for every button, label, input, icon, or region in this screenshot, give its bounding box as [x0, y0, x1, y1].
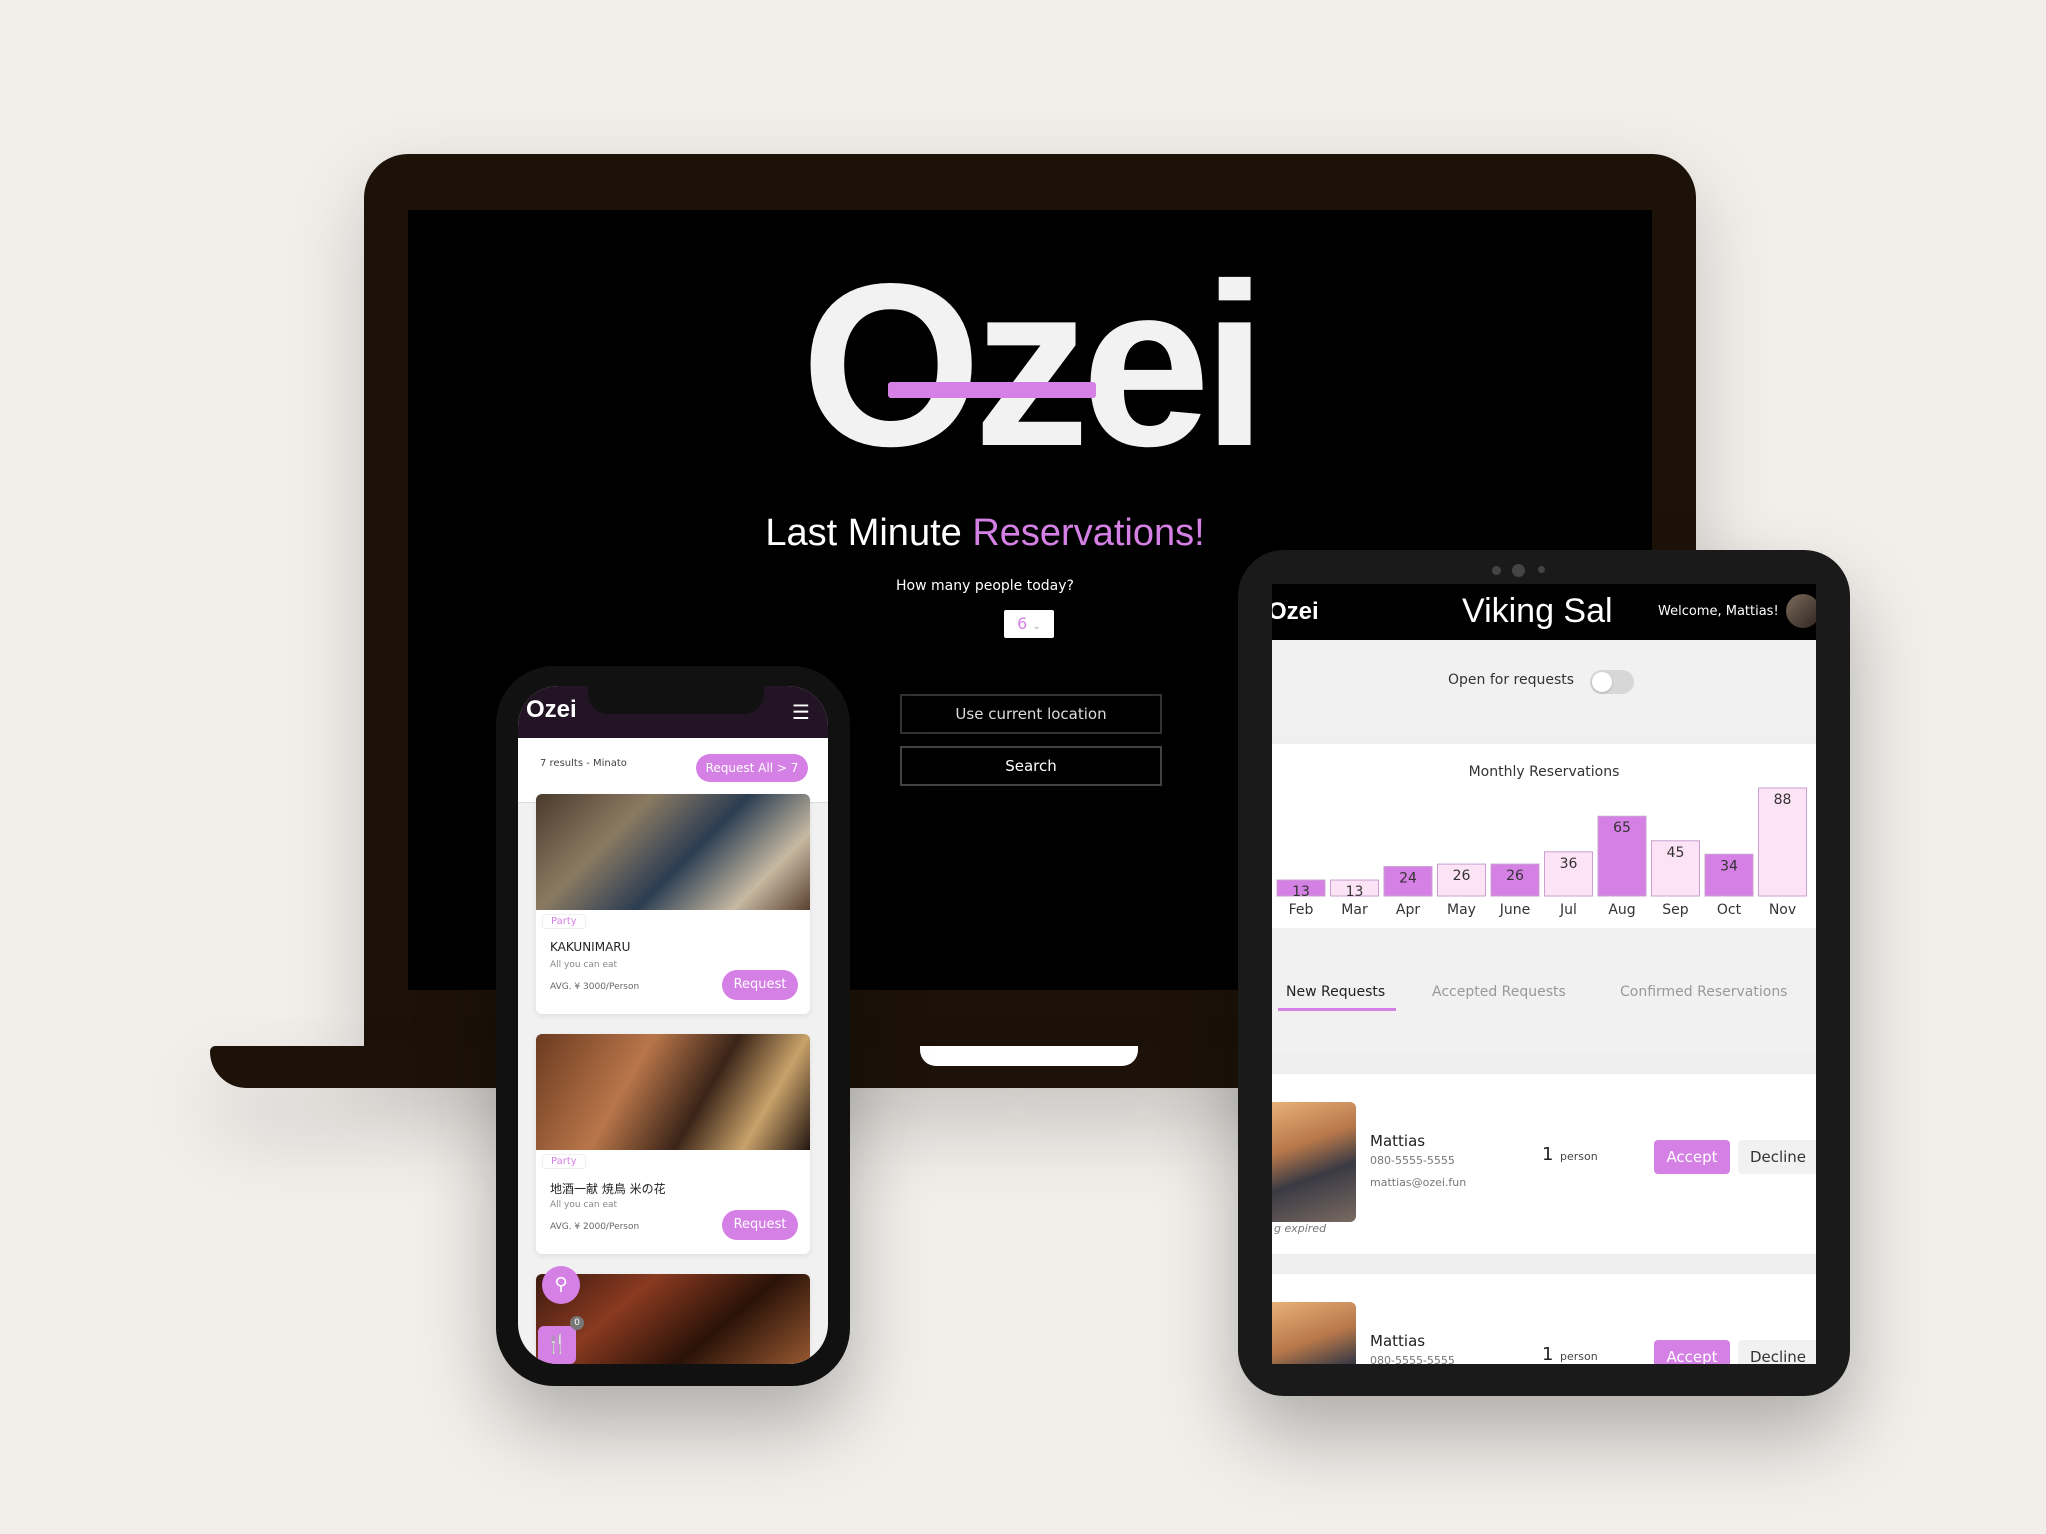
requester-email: mattias@ozei.fun: [1370, 1176, 1467, 1189]
tab-new-requests[interactable]: New Requests: [1286, 984, 1385, 1000]
phone-header: Ozei ☰: [518, 686, 828, 744]
open-requests-label: Open for requests: [1448, 672, 1575, 688]
party-size: 1: [1542, 1344, 1554, 1364]
requester-name: Mattias: [1370, 1332, 1426, 1350]
requester-phone: 080-5555-5555: [1370, 1154, 1455, 1167]
request-tabs: New Requests Accepted Requests Confirmed…: [1272, 928, 1816, 1054]
monthly-reservations-chart: Monthly Reservations 13 Feb 13 Mar 24 Apr 26 Ma…: [1272, 744, 1816, 928]
open-requests-panel: Open for requests: [1272, 640, 1816, 736]
venue-title: Viking Sal: [1462, 592, 1613, 630]
bar-value-label: 65: [1613, 820, 1631, 836]
bar-value-label: 24: [1399, 871, 1417, 887]
requester-photo: [1272, 1102, 1356, 1222]
laptop-notch: [920, 1046, 1138, 1066]
tagline-accent: Reservations!: [972, 512, 1205, 554]
card-tag: Party: [542, 1154, 586, 1169]
people-count-value: 6: [1017, 614, 1028, 633]
requester-photo: [1272, 1302, 1356, 1364]
x-tick-label: Sep: [1662, 902, 1689, 918]
bar-value-label: 26: [1506, 868, 1524, 884]
request-row: Mattias 080-5555-5555 mattias@ozei.fun 1…: [1272, 1074, 1816, 1254]
hamburger-menu-icon[interactable]: ☰: [792, 700, 810, 724]
x-tick-label: Aug: [1608, 902, 1635, 918]
x-tick-label: Apr: [1396, 902, 1420, 918]
restaurant-photo: [536, 1034, 810, 1150]
restaurant-price: AVG. ¥ 3000/Person: [550, 982, 640, 992]
accept-button[interactable]: Accept: [1654, 1340, 1730, 1364]
phone-notch: [588, 686, 764, 714]
tablet-screen: Ozei Viking Sal Welcome, Mattias! Open f…: [1272, 584, 1816, 1364]
x-tick-label: Nov: [1769, 902, 1796, 918]
decline-button[interactable]: Decline: [1738, 1340, 1816, 1364]
people-count-select[interactable]: 6 ⌄: [1004, 610, 1054, 638]
x-tick-label: Feb: [1289, 902, 1314, 918]
restaurant-subtitle: All you can eat: [550, 1200, 618, 1210]
bar-value-label: 13: [1292, 884, 1310, 900]
restaurant-photo: [536, 794, 810, 910]
welcome-text: Welcome, Mattias!: [1658, 604, 1779, 619]
phone-logo: Ozei: [526, 696, 577, 723]
tablet-logo: Ozei: [1272, 598, 1319, 625]
restaurant-card[interactable]: Party KAKUNIMARU All you can eat AVG. ¥ …: [536, 794, 810, 1014]
restaurant-subtitle: All you can eat: [550, 960, 618, 970]
x-tick-label: June: [1499, 902, 1531, 918]
party-size-unit: person: [1560, 1150, 1598, 1163]
camera-dot: [1492, 566, 1501, 575]
tablet-header: Ozei Viking Sal Welcome, Mattias!: [1272, 584, 1816, 640]
camera-sensor: [1538, 566, 1545, 573]
avatar[interactable]: [1786, 594, 1816, 628]
request-button[interactable]: Request: [722, 1210, 798, 1240]
restaurant-price: AVG. ¥ 2000/Person: [550, 1222, 640, 1232]
tab-confirmed-reservations[interactable]: Confirmed Reservations: [1620, 984, 1787, 1000]
logo-stripe: [888, 382, 1096, 398]
requester-phone: 080-5555-5555: [1370, 1354, 1455, 1364]
request-all-button[interactable]: Request All > 7: [696, 754, 808, 782]
party-size: 1: [1542, 1144, 1554, 1165]
chart-title: Monthly Reservations: [1468, 764, 1620, 780]
active-tab-indicator: [1278, 1008, 1396, 1011]
use-location-button[interactable]: Use current location: [900, 694, 1162, 734]
restaurant-card[interactable]: Party 地酒一献 焼鳥 米の花 All you can eat AVG. ¥…: [536, 1034, 810, 1254]
bar-value-label: 13: [1346, 884, 1364, 900]
location-pin-icon[interactable]: ⚲: [542, 1266, 580, 1304]
chevron-down-icon: ⌄: [1032, 621, 1041, 632]
x-tick-label: Oct: [1717, 902, 1742, 918]
search-button[interactable]: Search: [900, 746, 1162, 786]
bar-value-label: 26: [1453, 868, 1471, 884]
accept-button[interactable]: Accept: [1654, 1140, 1730, 1174]
phone-screen: Ozei ☰ 7 results - Minato Request All > …: [518, 686, 828, 1364]
requester-name: Mattias: [1370, 1132, 1426, 1150]
bar-value-label: 34: [1720, 858, 1738, 874]
fork-knife-icon[interactable]: 🍴: [538, 1326, 576, 1364]
tagline-plain: Last Minute: [765, 512, 973, 554]
x-tick-label: Jul: [1559, 902, 1577, 918]
card-tag: Party: [542, 914, 586, 929]
bar-value-label: 45: [1667, 845, 1685, 861]
ozei-logo-large: Ozei: [801, 236, 1267, 495]
party-size-unit: person: [1560, 1350, 1598, 1363]
toggle-knob: [1592, 672, 1612, 692]
results-count: 7 results - Minato: [540, 758, 627, 769]
x-tick-label: May: [1447, 902, 1476, 918]
request-row: Mattias 080-5555-5555 1 person Accept De…: [1272, 1274, 1816, 1364]
camera-lens: [1512, 564, 1525, 577]
bar-chart-svg: 13 Feb 13 Mar 24 Apr 26 May 26 June 36 Jul 65 Aug 45 Se…: [1276, 787, 1807, 918]
bar-value-label: 88: [1774, 792, 1792, 808]
request-button[interactable]: Request: [722, 970, 798, 1000]
decline-button[interactable]: Decline: [1738, 1140, 1816, 1174]
restaurant-name: KAKUNIMARU: [550, 940, 631, 954]
tab-accepted-requests[interactable]: Accepted Requests: [1432, 984, 1566, 1000]
open-requests-toggle[interactable]: [1590, 670, 1634, 694]
bar-value-label: 36: [1560, 856, 1578, 872]
x-tick-label: Mar: [1341, 902, 1368, 918]
request-status: g expired: [1274, 1222, 1327, 1235]
cart-count-badge: 0: [570, 1316, 584, 1330]
tagline: Last Minute Reservations!: [408, 512, 1562, 555]
restaurant-name: 地酒一献 焼鳥 米の花: [550, 1182, 666, 1196]
